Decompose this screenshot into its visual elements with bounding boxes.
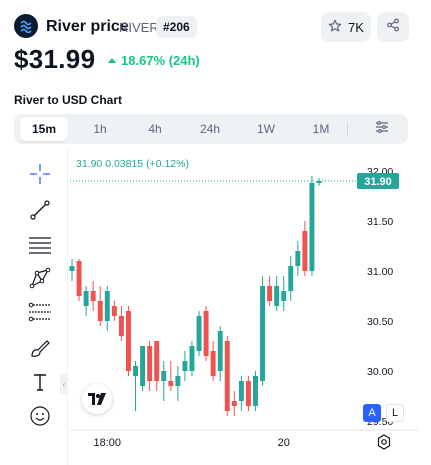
x-tick-label: 20 [278, 437, 290, 449]
y-tick-label: 30.50 [367, 316, 393, 328]
y-tick-label: 31.50 [367, 216, 393, 228]
y-tick-label: 30.00 [367, 366, 393, 378]
price-tag-label: 31.90 [364, 176, 392, 188]
candle-down [97, 301, 103, 321]
candle-up [196, 316, 202, 351]
candle-up [316, 181, 322, 183]
caret-up-icon [108, 58, 116, 63]
y-tick-label: 31.00 [367, 266, 393, 278]
candle-up [140, 346, 146, 386]
river-logo-icon [14, 14, 38, 38]
candle-up [161, 371, 167, 381]
candle-up [253, 376, 258, 406]
candle-down [267, 286, 273, 301]
tab-1h[interactable]: 1h [76, 117, 124, 141]
log-scale-button[interactable]: L [386, 404, 404, 422]
coin-price: $31.99 [14, 44, 96, 74]
tab-1w[interactable]: 1W [242, 117, 290, 141]
coin-name: River price [46, 18, 129, 35]
candle-up [175, 376, 181, 386]
rank-badge: #206 [156, 16, 197, 38]
candle-up [288, 266, 294, 291]
auto-scale-button[interactable]: A [363, 404, 381, 422]
candle-up [281, 291, 287, 301]
tradingview-logo-icon[interactable] [82, 384, 112, 414]
candle-up [182, 361, 188, 371]
timeframe-selector: 15m 1h 4h 24h 1W 1M [14, 114, 408, 144]
x-tick-label: 18:00 [94, 437, 122, 449]
price-chart[interactable]: ‹ 32.00 31.50 31.00 30.50 30.00 29.50 18:00 20 3… [14, 148, 418, 465]
candle-up [295, 251, 301, 266]
chart-heading: River to USD Chart [14, 93, 123, 107]
tab-15m[interactable]: 15m [20, 117, 68, 141]
candle-up [260, 286, 266, 381]
candle-down [111, 306, 117, 316]
candle-up [83, 291, 89, 306]
candle-up [309, 183, 315, 271]
candle-down [168, 381, 174, 386]
candle-down [203, 311, 209, 356]
tab-4h[interactable]: 4h [131, 117, 179, 141]
ohlc-legend: 31.90 0.03815 (+0.12%) [76, 158, 189, 170]
candle-up [189, 346, 195, 371]
candle-down [302, 231, 308, 271]
share-button[interactable] [377, 12, 409, 42]
chart-settings-button[interactable] [366, 117, 398, 141]
candle-down [210, 351, 216, 376]
candle-down [245, 381, 251, 406]
price-change: 18.67% (24h) [108, 53, 200, 68]
tab-24h[interactable]: 24h [186, 117, 234, 141]
candle-down [224, 341, 230, 411]
candle-down [76, 261, 82, 296]
watchlist-count: 7K [348, 19, 364, 35]
candle-up [274, 286, 280, 306]
candle-up [133, 366, 138, 376]
candle-up [217, 331, 223, 371]
candle-down [147, 346, 153, 381]
tab-1m[interactable]: 1M [297, 117, 345, 141]
sliders-icon [375, 120, 389, 138]
gear-icon[interactable] [375, 433, 393, 451]
star-icon [328, 19, 342, 36]
candle-down [90, 291, 96, 301]
price-change-value: 18.67% (24h) [121, 53, 200, 68]
candle-up [69, 266, 75, 271]
share-icon [386, 18, 400, 37]
watchlist-button[interactable]: 7K [321, 12, 371, 42]
candlestick-chart: 32.0031.5031.0030.5030.0029.5018:00 2031.… [69, 158, 418, 449]
candle-down [118, 316, 124, 336]
coin-symbol: RIVER [119, 20, 159, 35]
candle-down [154, 341, 160, 381]
divider [347, 122, 348, 136]
candle-down [125, 311, 131, 371]
candle-up [238, 381, 244, 401]
candle-down [231, 401, 237, 406]
candle-up [104, 291, 110, 321]
coin-header: River price RIVER #206 7K [14, 12, 417, 44]
